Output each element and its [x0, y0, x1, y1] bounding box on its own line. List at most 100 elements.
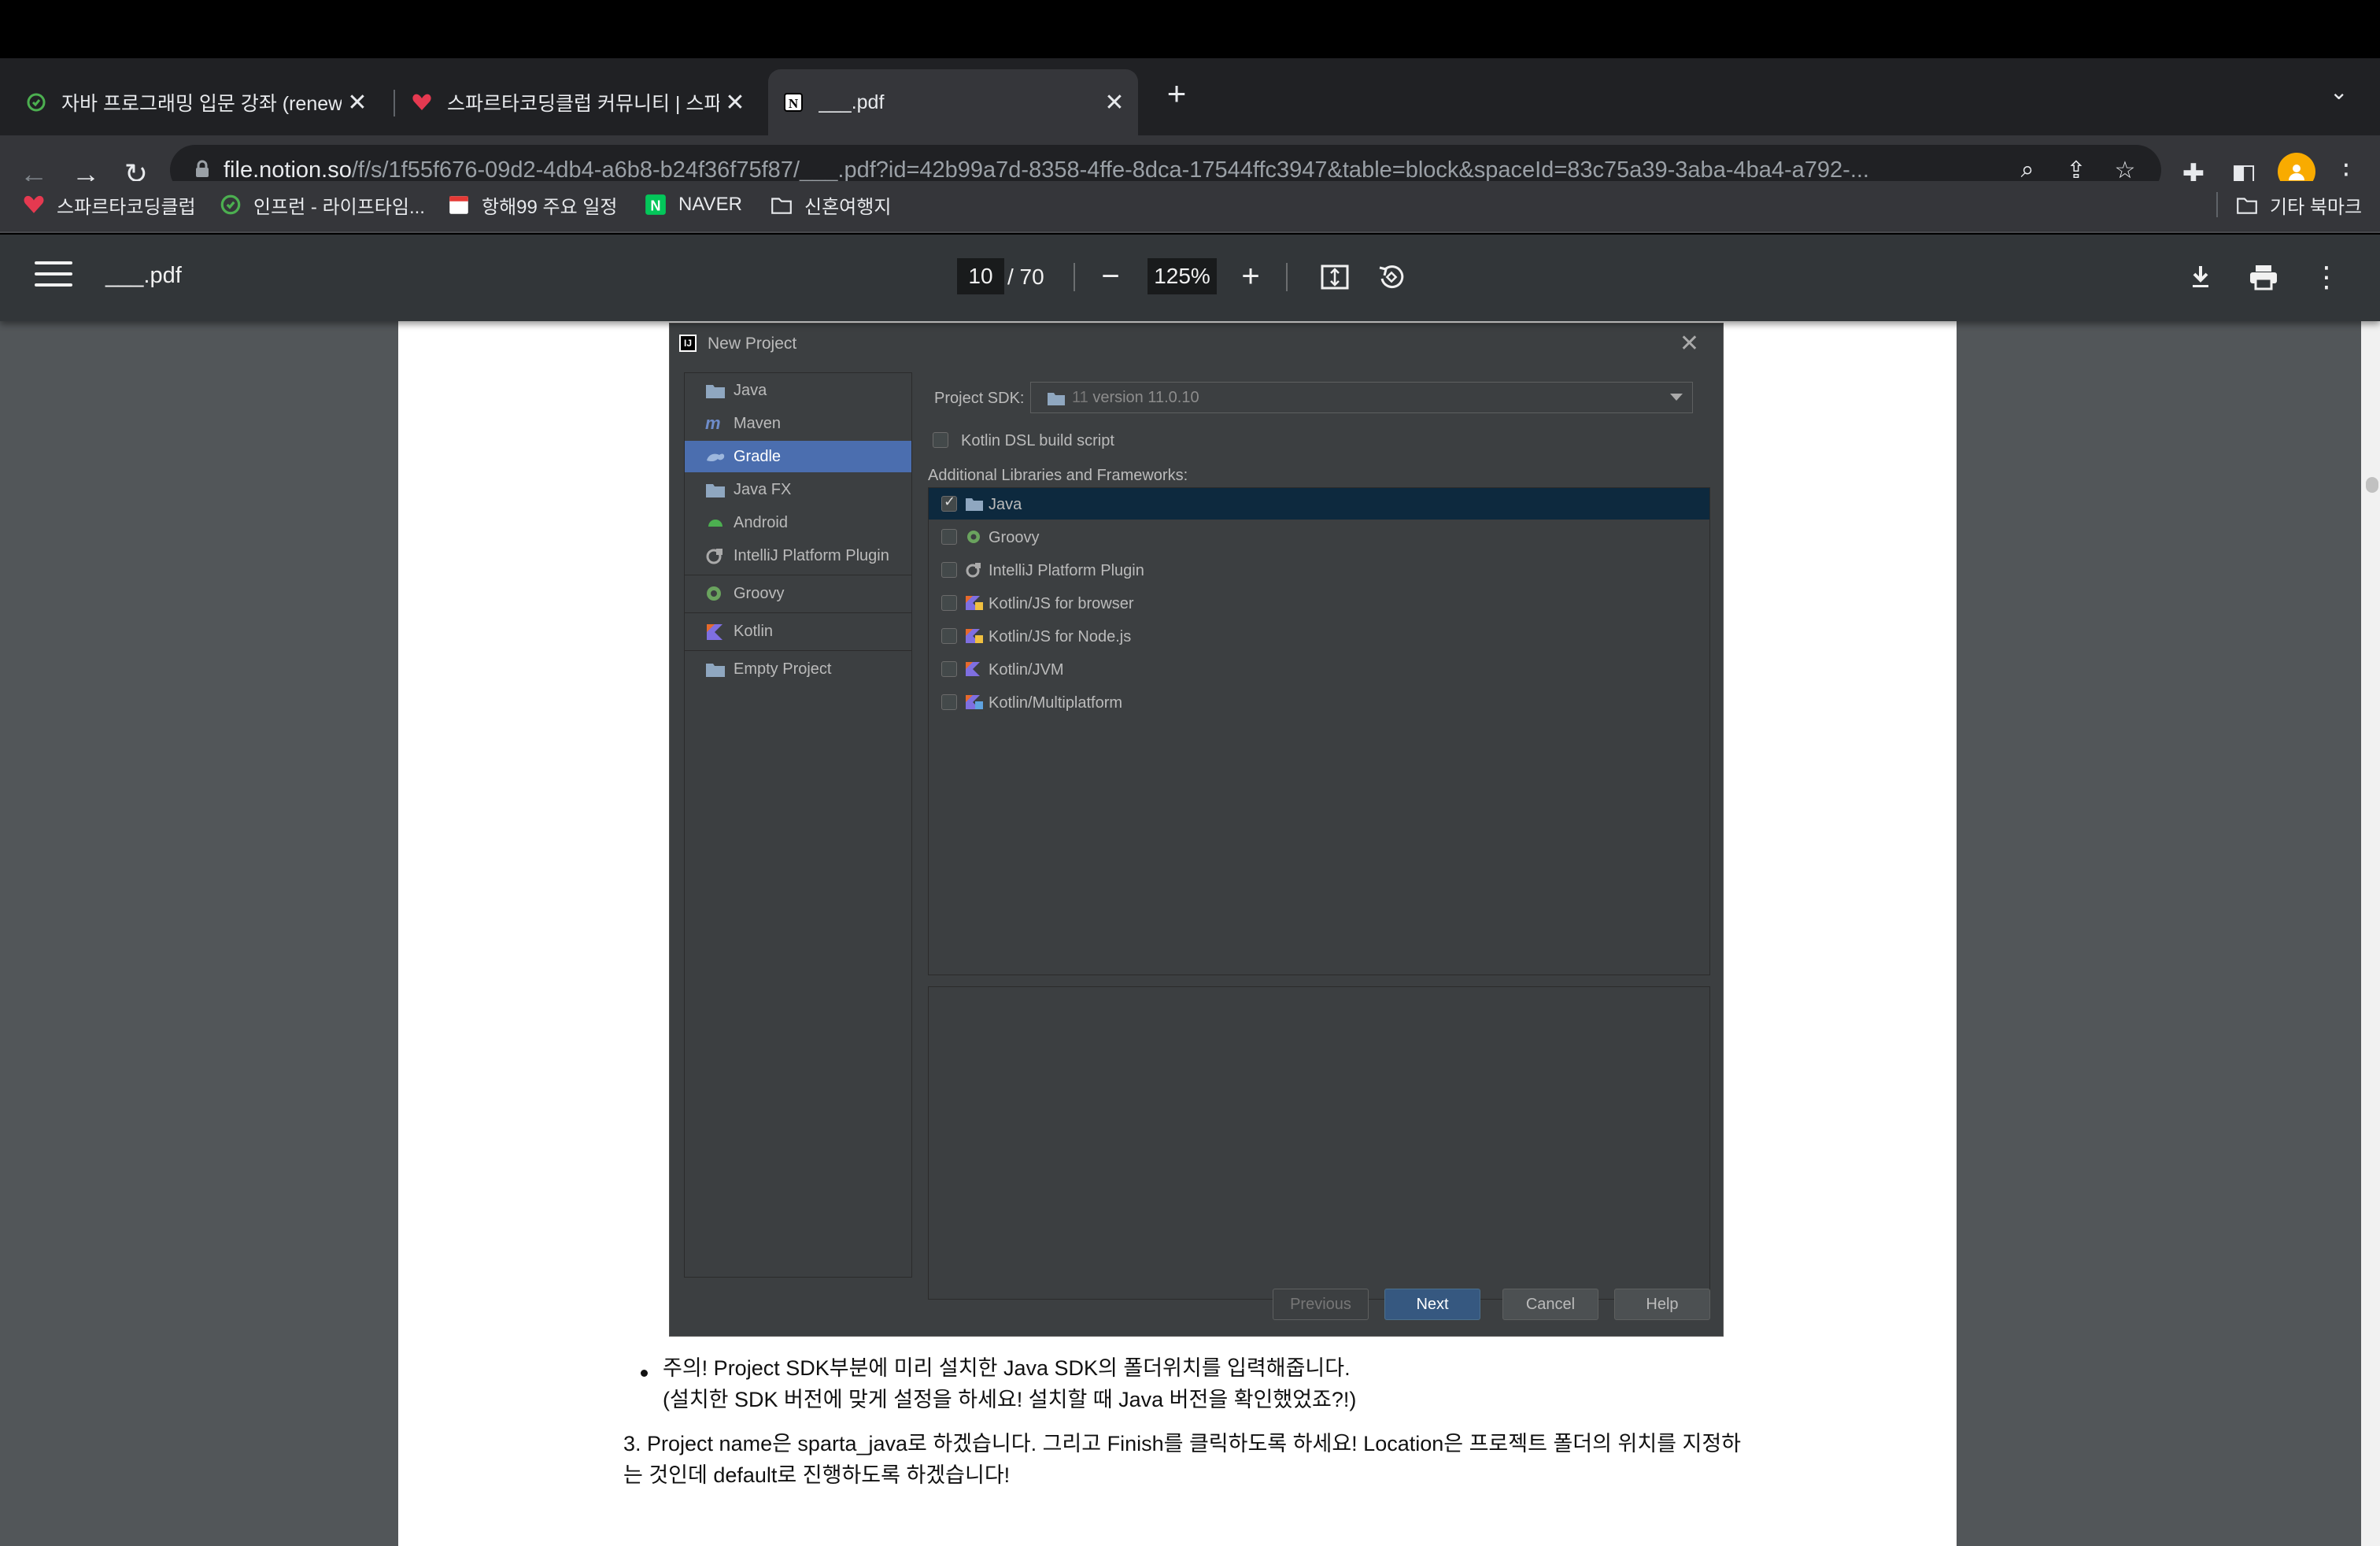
chevron-down-icon: [1670, 394, 1683, 401]
tab-java-course[interactable]: 자바 프로그래밍 입문 강좌 (renew v ✕: [11, 69, 381, 135]
toolbar-divider: [1286, 263, 1288, 291]
folder-icon: [706, 484, 725, 497]
frameworks-list: Java Groovy IntelliJ Platform Plugin Kot…: [928, 487, 1710, 975]
notion-icon: N: [784, 93, 803, 112]
dialog-titlebar: IJ New Project ✕: [670, 324, 1723, 363]
menu-icon[interactable]: [35, 261, 72, 293]
svg-text:N: N: [650, 198, 660, 214]
bookmark-item[interactable]: 신혼여행지: [770, 181, 891, 228]
additional-frameworks-label: Additional Libraries and Frameworks:: [928, 467, 1188, 484]
folder-icon: [706, 664, 725, 677]
avatar-icon: [2289, 165, 2304, 180]
toolbar-divider: [1074, 263, 1075, 291]
list-divider: [685, 650, 911, 651]
rotate-icon: [1379, 265, 1404, 289]
doc-bullet-line-1: 주의! Project SDK부분에 미리 설치한 Java SDK의 폴더위치…: [663, 1356, 1351, 1380]
help-button: Help: [1614, 1289, 1710, 1320]
close-icon: ✕: [1679, 331, 1699, 357]
lock-icon: [196, 160, 209, 177]
framework-description-panel: [928, 986, 1710, 1300]
plugin-icon: [706, 549, 722, 564]
pdf-more-icon[interactable]: ⋮: [2308, 258, 2345, 296]
project-type-empty: Empty Project: [685, 653, 911, 685]
download-button[interactable]: [2182, 258, 2219, 296]
doc-paragraph-line-2: 는 것인데 default로 진행하도록 하겠습니다!: [623, 1463, 1011, 1487]
zoom-in-button[interactable]: +: [1232, 258, 1269, 294]
doc-paragraph-line-1: 3. Project name은 sparta_java로 하겠습니다. 그리고…: [623, 1432, 1742, 1455]
url-text: file.notion.so/f/s/1f55f676-09d2-4db4-a6…: [224, 157, 1869, 183]
intellij-icon: IJ: [679, 335, 697, 352]
inflearn-icon: [27, 93, 46, 112]
tab-pdf[interactable]: N ___.pdf ✕: [768, 69, 1138, 135]
sdk-version: version 11.0.10: [1092, 389, 1199, 406]
project-type-groovy: Groovy: [685, 578, 911, 609]
window-top-bar: [0, 0, 2380, 58]
maven-icon: m: [705, 413, 721, 433]
calendar-icon: [449, 196, 468, 214]
download-icon: [2193, 266, 2208, 287]
cancel-button: Cancel: [1502, 1289, 1598, 1320]
zoom-level-input[interactable]: 125%: [1148, 258, 1217, 294]
new-tab-button[interactable]: +: [1160, 75, 1193, 112]
framework-checkbox: [941, 494, 957, 512]
heart-icon: [24, 195, 44, 213]
bookmark-label: 항해99 주요 일정: [482, 196, 618, 218]
bookmark-label: 신혼여행지: [804, 196, 892, 218]
tab-title: ___.pdf: [819, 91, 885, 113]
framework-checkbox: [941, 628, 957, 644]
framework-checkbox: [941, 661, 957, 677]
pdf-toolbar: ___.pdf 10 / 70 − 125% + ⋮: [0, 235, 2380, 321]
bookmarks-bar: 스파르타코딩클럽 인프런 - 라이프타임... 항해99 주요 일정 N NAV…: [0, 181, 2380, 233]
sdk-label: Project SDK:: [934, 390, 1025, 407]
fit-page-button[interactable]: [1316, 258, 1354, 296]
fit-page-icon: [1321, 264, 1349, 290]
project-type-kotlin: Kotlin: [685, 616, 911, 647]
kotlin-dsl-checkbox: [933, 432, 948, 448]
kotlin-js-icon: [966, 596, 983, 610]
page-number-input[interactable]: 10: [957, 258, 1004, 294]
framework-checkbox: [941, 694, 957, 710]
inflearn-icon: [220, 194, 241, 215]
other-bookmarks[interactable]: 기타 북마크: [2235, 181, 2362, 228]
dialog-title: New Project: [708, 335, 797, 353]
naver-icon: N: [645, 194, 666, 215]
folder-icon: [966, 498, 983, 511]
tab-divider: [394, 90, 395, 117]
project-type-maven: m Maven: [705, 413, 782, 433]
kotlin-icon: [707, 624, 722, 640]
pdf-filename: ___.pdf: [105, 263, 182, 288]
star-icon[interactable]: ☆: [2111, 156, 2139, 184]
zoom-out-button[interactable]: −: [1092, 258, 1129, 294]
kotlin-multiplatform-icon: [966, 695, 983, 709]
close-icon[interactable]: ✕: [1099, 87, 1130, 118]
page-scrollbar[interactable]: [2361, 321, 2380, 1546]
bookmark-item[interactable]: 항해99 주요 일정: [447, 181, 618, 228]
bookmark-item[interactable]: N NAVER: [644, 181, 742, 228]
pdf-viewport[interactable]: IJ New Project ✕ Java m Maven Gradle Jav…: [0, 321, 2380, 1546]
bookmark-item[interactable]: 인프런 - 라이프타임...: [219, 181, 425, 228]
chevron-down-icon[interactable]: ⌄: [2330, 79, 2348, 105]
bookmark-item[interactable]: 스파르타코딩클럽: [22, 181, 196, 228]
zoom-icon[interactable]: ⌕: [2013, 156, 2042, 184]
share-icon[interactable]: ⇪: [2062, 156, 2090, 184]
folder-icon: [706, 385, 725, 398]
bookmark-label: NAVER: [678, 194, 742, 215]
close-icon[interactable]: ✕: [719, 87, 751, 118]
folder-icon: [1048, 393, 1065, 405]
scrollbar-thumb[interactable]: [2366, 477, 2378, 493]
close-icon[interactable]: ✕: [342, 87, 373, 118]
project-type-intellij-plugin: IntelliJ Platform Plugin: [685, 540, 911, 571]
print-button[interactable]: [2245, 258, 2282, 296]
framework-row: Kotlin/JS for Node.js: [929, 620, 1709, 652]
bookmark-label: 인프런 - 라이프타임...: [253, 196, 425, 218]
framework-row: Kotlin/JVM: [929, 653, 1709, 685]
rotate-button[interactable]: [1373, 258, 1410, 296]
bookmark-label: 기타 북마크: [2270, 196, 2363, 218]
framework-checkbox: [941, 562, 957, 578]
tab-sparta-community[interactable]: 스파르타코딩클럽 커뮤니티 | 스파르타 ✕: [397, 69, 759, 135]
framework-checkbox: [941, 529, 957, 545]
groovy-icon: [707, 586, 721, 601]
new-project-dialog-image: IJ New Project ✕ Java m Maven Gradle Jav…: [669, 323, 1724, 1337]
sdk-dropdown: 11 version 11.0.10: [1030, 382, 1693, 413]
list-divider: [685, 612, 911, 613]
